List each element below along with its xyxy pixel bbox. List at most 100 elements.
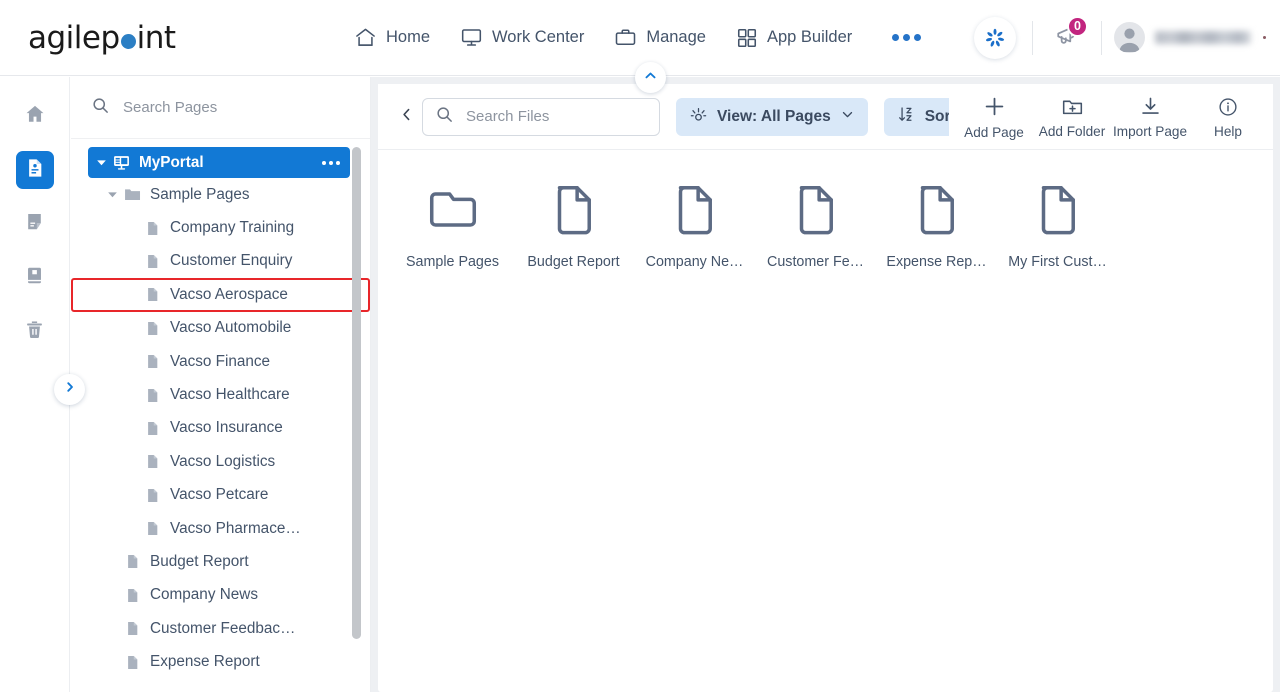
tree-node-customer-enquiry[interactable]: Customer Enquiry [71,245,370,278]
user-menu[interactable] [1114,22,1272,53]
tree-node-vacso-aerospace[interactable]: Vacso Aerospace [71,278,370,312]
page-icon [141,520,163,537]
tree-node-sample-pages[interactable]: Sample Pages [71,178,370,211]
tree-node-label: Customer Enquiry [170,252,293,270]
page-icon [141,487,163,504]
tree-node-expense-report[interactable]: Expense Report [71,645,370,678]
nav-item-manage[interactable]: Manage [614,26,706,49]
tree-node-label: Vacso Pharmace… [170,519,301,537]
expand-panel-button[interactable] [54,374,85,405]
book-icon [24,265,45,291]
view-dropdown-label: View: All Pages [717,107,831,125]
form-icon [24,211,45,237]
nav-item-app-builder[interactable]: App Builder [736,27,852,49]
tree-node-label: Vacso Petcare [170,486,269,504]
page-icon [141,253,163,270]
user-name-redacted [1155,31,1251,44]
file-tile[interactable]: Expense Rep… [876,174,997,270]
file-grid: Sample Pages Budget Report Company Ne… Cust… [378,150,1273,270]
folder-plus-icon [1061,95,1084,121]
tree-node-vacso-finance[interactable]: Vacso Finance [71,345,370,378]
page-icon [545,180,603,243]
toolbar-scroll-left-button[interactable] [392,106,420,128]
tree-node-company-training[interactable]: Company Training [71,211,370,244]
agilepoint-ai-icon[interactable] [974,16,1016,59]
chevron-down-icon [840,107,855,127]
file-tile-label: Expense Rep… [886,254,987,270]
file-tile[interactable]: Sample Pages [392,174,513,270]
rail-item-home[interactable] [16,97,54,135]
page-icon [121,553,143,570]
tree-node-label: Customer Feedbac… [150,619,296,637]
tree-scrollbar-track[interactable] [352,147,361,692]
logo-dot-icon [120,33,136,49]
search-files-input[interactable]: Search Files [422,97,660,136]
ellipsis-icon[interactable] [892,34,922,41]
search-files-placeholder: Search Files [466,108,550,125]
main-navigation: Home Work Center Manage App Builder [354,26,974,49]
tree-node-vacso-pharmace[interactable]: Vacso Pharmace… [71,512,370,545]
announcements-button[interactable]: 0 [1045,15,1089,59]
rail-item-recycle-bin[interactable] [16,313,54,351]
nav-item-work-center[interactable]: Work Center [460,26,584,49]
chevron-up-icon [643,68,658,88]
tree-node-label: Vacso Aerospace [170,285,288,303]
content-area: Search Files View: All Pages Sort B Add … [371,77,1280,692]
tree-scrollbar-thumb[interactable] [352,147,361,639]
tree-node-vacso-insurance[interactable]: Vacso Insurance [71,412,370,445]
file-tile[interactable]: Company Ne… [634,174,755,270]
file-tile[interactable]: My First Cust… [997,174,1118,270]
tree-node-label: Vacso Insurance [170,419,283,437]
rail-item-forms[interactable] [16,205,54,243]
tree-node-label: Vacso Healthcare [170,386,290,404]
trash-icon [24,319,45,345]
tree-node-label: Budget Report [150,552,249,570]
logo-text: agilep int [28,20,176,56]
monitor-icon [460,26,483,49]
header-divider-2 [1101,20,1102,55]
page-icon [141,286,163,303]
file-tile[interactable]: Budget Report [513,174,634,270]
tree-node-customer-feedbac[interactable]: Customer Feedbac… [71,612,370,645]
tree-node-budget-report[interactable]: Budget Report [71,545,370,578]
file-tile[interactable]: Customer Fe… [755,174,876,270]
tree-node-label: Vacso Automobile [170,319,292,337]
nav-item-work-center-label: Work Center [492,28,585,46]
tree-node-company-news[interactable]: Company News [71,579,370,612]
briefcase-icon [614,26,637,49]
help-button[interactable]: Help [1189,96,1267,139]
add-page-button[interactable]: Add Page [955,94,1033,140]
tree-node-vacso-petcare[interactable]: Vacso Petcare [71,479,370,512]
tree-node-vacso-logistics[interactable]: Vacso Logistics [71,445,370,478]
page-icon [908,180,966,243]
tree-node-context-menu-icon[interactable] [322,160,340,165]
search-pages-field[interactable]: Search Pages [71,77,370,139]
rail-item-library[interactable] [16,259,54,297]
info-icon [1217,96,1239,121]
agilepoint-logo[interactable]: agilep int [0,20,300,56]
tree-node-label: Expense Report [150,653,260,671]
announcement-badge: 0 [1067,15,1088,37]
tree-node-myportal[interactable]: MyPortal [88,147,350,178]
plus-icon [982,94,1007,122]
chevron-down-icon[interactable] [92,156,110,169]
tree-node-label: Vacso Finance [170,352,271,370]
rail-item-pages[interactable] [15,151,54,189]
file-toolbar: Search Files View: All Pages Sort B Add … [378,84,1273,150]
page-icon [787,180,845,243]
nav-item-home[interactable]: Home [354,26,430,49]
page-icon [141,320,163,337]
help-label: Help [1214,123,1242,139]
nav-item-home-label: Home [386,28,431,46]
add-folder-button[interactable]: Add Folder [1033,95,1111,139]
tree-scroll-region[interactable]: MyPortal Sample Pages Company Training Cust… [71,139,370,692]
tree-node-vacso-automobile[interactable]: Vacso Automobile [71,312,370,345]
chevron-down-icon[interactable] [103,188,121,201]
page-icon [141,353,163,370]
collapse-header-button[interactable] [635,62,666,93]
view-dropdown[interactable]: View: All Pages [676,97,868,136]
chevron-right-icon [63,380,77,399]
page-icon [1029,180,1087,243]
tree-node-vacso-healthcare[interactable]: Vacso Healthcare [71,378,370,411]
import-page-button[interactable]: Import Page [1111,95,1189,139]
